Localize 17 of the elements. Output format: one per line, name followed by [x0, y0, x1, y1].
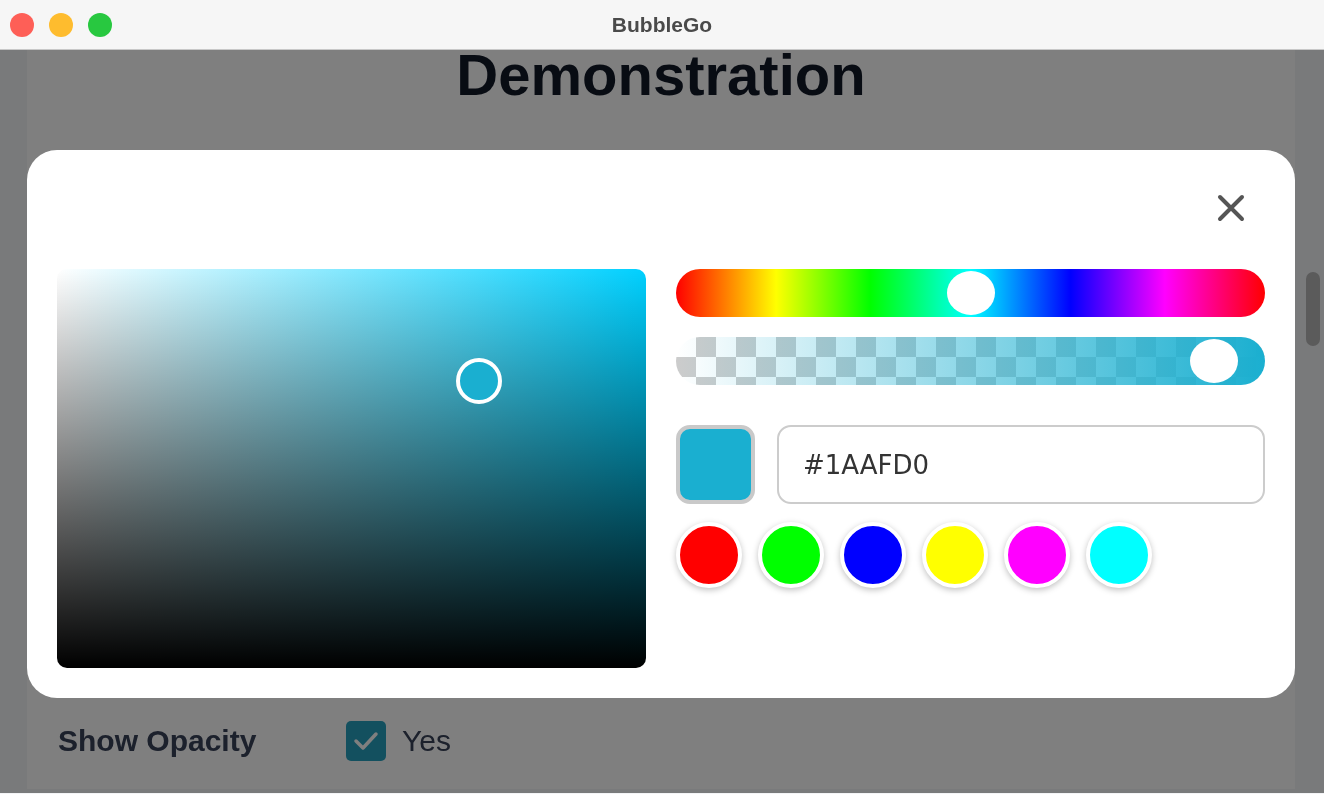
close-window-button[interactable]: [10, 13, 34, 37]
close-icon[interactable]: [1217, 194, 1245, 222]
slider-thumb[interactable]: [946, 271, 995, 315]
option-label: Show Opacity: [58, 723, 258, 759]
window-title: BubbleGo: [611, 11, 713, 38]
zoom-window-button[interactable]: [88, 13, 112, 37]
slider-thumb[interactable]: [1189, 339, 1238, 383]
checkbox[interactable]: [346, 720, 386, 761]
scrollbar-thumb[interactable]: [1306, 272, 1320, 346]
page-heading: Demonstration: [455, 50, 867, 104]
checkbox-label: Yes: [402, 723, 451, 759]
saturation-panel[interactable]: [57, 269, 646, 668]
hue-slider[interactable]: [676, 269, 1265, 317]
opacity-slider[interactable]: [676, 337, 1265, 385]
minimize-window-button[interactable]: [49, 13, 73, 37]
hex-input-field[interactable]: #1AAFD0: [777, 425, 1265, 504]
check-icon: [353, 730, 379, 751]
